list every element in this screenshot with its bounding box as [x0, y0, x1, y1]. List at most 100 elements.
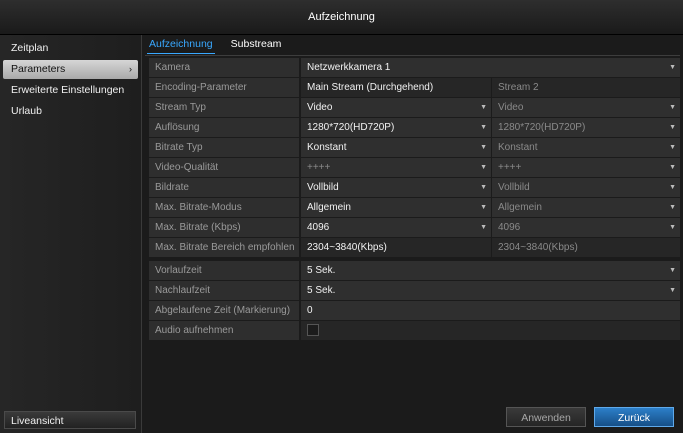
- chevron-down-icon: ▼: [669, 267, 676, 274]
- back-label: Zurück: [617, 412, 651, 424]
- value: Video: [307, 102, 333, 113]
- bitrate-type-sub-select[interactable]: Konstant ▼: [492, 138, 680, 157]
- chevron-down-icon: ▼: [669, 124, 676, 131]
- tab-aufzeichnung[interactable]: Aufzeichnung: [147, 36, 215, 54]
- chevron-down-icon: ▼: [669, 64, 676, 71]
- window-title: Aufzeichnung: [0, 0, 683, 35]
- quality-sub-select[interactable]: ++++ ▼: [492, 158, 680, 177]
- main-stream-header: Main Stream (Durchgehend): [301, 78, 491, 97]
- chevron-down-icon: ▼: [480, 144, 487, 151]
- bitrate-type-main-select[interactable]: Konstant ▼: [301, 138, 491, 157]
- tab-substream[interactable]: Substream: [229, 36, 284, 54]
- sidebar-item-label: Zeitplan: [11, 42, 49, 54]
- settings-form: Kamera Netzwerkkamera 1 ▼ Encoding-Parame…: [149, 58, 680, 341]
- chevron-down-icon: ▼: [480, 224, 487, 231]
- row-bildrate: Bildrate Vollbild ▼ Vollbild ▼: [149, 178, 680, 197]
- row-bitrate-bereich: Max. Bitrate Bereich empfohlen 2304~3840…: [149, 238, 680, 257]
- framerate-sub-select[interactable]: Vollbild ▼: [492, 178, 680, 197]
- row-encoding: Encoding-Parameter Main Stream (Durchgeh…: [149, 78, 680, 97]
- field-label: Auflösung: [149, 118, 299, 137]
- resolution-main-select[interactable]: 1280*720(HD720P) ▼: [301, 118, 491, 137]
- row-max-bitrate: Max. Bitrate (Kbps) 4096 ▼ 4096 ▼: [149, 218, 680, 237]
- max-bitrate-sub-select[interactable]: 4096 ▼: [492, 218, 680, 237]
- sidebar-item-urlaub[interactable]: Urlaub: [3, 102, 138, 121]
- sidebar-item-erweiterte-einstellungen[interactable]: Erweiterte Einstellungen: [3, 81, 138, 100]
- chevron-down-icon: ▼: [669, 104, 676, 111]
- quality-main-select[interactable]: ++++ ▼: [301, 158, 491, 177]
- prerecord-select[interactable]: 5 Sek. ▼: [301, 261, 680, 280]
- value: 1280*720(HD720P): [307, 122, 395, 133]
- value: Konstant: [498, 142, 538, 153]
- row-max-bitrate-modus: Max. Bitrate-Modus Allgemein ▼ Allgemein ▼: [149, 198, 680, 217]
- camera-select[interactable]: Netzwerkkamera 1 ▼: [301, 58, 680, 77]
- field-label: Max. Bitrate Bereich empfohlen: [149, 238, 299, 257]
- field-label: Vorlaufzeit: [149, 261, 299, 280]
- value: 5 Sek.: [307, 265, 336, 276]
- resolution-sub-select[interactable]: 1280*720(HD720P) ▼: [492, 118, 680, 137]
- value: Allgemein: [307, 202, 351, 213]
- field-label: Stream Typ: [149, 98, 299, 117]
- chevron-down-icon: ▼: [669, 184, 676, 191]
- row-audio: Audio aufnehmen: [149, 321, 680, 340]
- row-bitrate-typ: Bitrate Typ Konstant ▼ Konstant ▼: [149, 138, 680, 157]
- field-label: Kamera: [149, 58, 299, 77]
- audio-cell: [301, 321, 680, 340]
- stream-type-main-select[interactable]: Video ▼: [301, 98, 491, 117]
- liveansicht-label: Liveansicht: [11, 415, 64, 427]
- field-label: Max. Bitrate-Modus: [149, 198, 299, 217]
- value: 1280*720(HD720P): [498, 122, 586, 133]
- audio-checkbox[interactable]: [307, 324, 319, 337]
- field-label: Bildrate: [149, 178, 299, 197]
- chevron-down-icon: ▼: [480, 184, 487, 191]
- chevron-down-icon: ▼: [480, 204, 487, 211]
- field-label: Bitrate Typ: [149, 138, 299, 157]
- field-label: Video-Qualität: [149, 158, 299, 177]
- row-abgelaufene-zeit: Abgelaufene Zeit (Markierung) 0: [149, 301, 680, 320]
- sidebar-item-zeitplan[interactable]: Zeitplan: [3, 39, 138, 58]
- sidebar-item-parameters[interactable]: Parameters ›: [3, 60, 138, 79]
- chevron-down-icon: ▼: [669, 224, 676, 231]
- chevron-down-icon: ▼: [480, 164, 487, 171]
- window-title-text: Aufzeichnung: [308, 11, 375, 23]
- chevron-down-icon: ▼: [669, 144, 676, 151]
- sidebar: Zeitplan Parameters › Erweiterte Einstell…: [0, 35, 142, 433]
- camera-value: Netzwerkkamera 1: [307, 62, 391, 73]
- apply-button[interactable]: Anwenden: [506, 407, 586, 427]
- chevron-right-icon: ›: [129, 64, 132, 74]
- value: Vollbild: [498, 182, 530, 193]
- field-label: Encoding-Parameter: [149, 78, 299, 97]
- value: ++++: [307, 162, 331, 173]
- bitrate-mode-main-select[interactable]: Allgemein ▼: [301, 198, 491, 217]
- framerate-main-select[interactable]: Vollbild ▼: [301, 178, 491, 197]
- chevron-down-icon: ▼: [669, 287, 676, 294]
- field-label: Max. Bitrate (Kbps): [149, 218, 299, 237]
- sub-stream-header: Stream 2: [492, 78, 680, 97]
- value: 4096: [307, 222, 330, 233]
- row-aufloesung: Auflösung 1280*720(HD720P) ▼ 1280*720(HD7…: [149, 118, 680, 137]
- value: 5 Sek.: [307, 285, 336, 296]
- expired-time-input[interactable]: 0: [301, 301, 680, 320]
- chevron-down-icon: ▼: [480, 124, 487, 131]
- value: Video: [498, 102, 524, 113]
- liveansicht-button[interactable]: Liveansicht: [4, 411, 136, 429]
- row-video-qualitaet: Video-Qualität ++++ ▼ ++++ ▼: [149, 158, 680, 177]
- value: Allgemein: [498, 202, 542, 213]
- back-button[interactable]: Zurück: [594, 407, 674, 427]
- sidebar-item-label: Erweiterte Einstellungen: [11, 84, 125, 96]
- bitrate-range-sub: 2304~3840(Kbps): [492, 238, 680, 257]
- apply-label: Anwenden: [521, 412, 571, 424]
- max-bitrate-main-select[interactable]: 4096 ▼: [301, 218, 491, 237]
- tab-divider: [145, 55, 680, 56]
- bitrate-mode-sub-select[interactable]: Allgemein ▼: [492, 198, 680, 217]
- value: 4096: [498, 222, 521, 233]
- chevron-down-icon: ▼: [480, 104, 487, 111]
- row-stream-typ: Stream Typ Video ▼ Video ▼: [149, 98, 680, 117]
- value: ++++: [498, 162, 522, 173]
- chevron-down-icon: ▼: [669, 164, 676, 171]
- row-vorlaufzeit: Vorlaufzeit 5 Sek. ▼: [149, 261, 680, 280]
- bitrate-range-main: 2304~3840(Kbps): [301, 238, 491, 257]
- postrecord-select[interactable]: 5 Sek. ▼: [301, 281, 680, 300]
- sidebar-item-label: Urlaub: [11, 105, 42, 117]
- stream-type-sub-select[interactable]: Video ▼: [492, 98, 680, 117]
- field-label: Nachlaufzeit: [149, 281, 299, 300]
